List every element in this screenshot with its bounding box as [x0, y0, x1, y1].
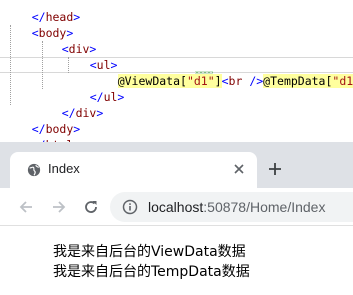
code-line-html-close: </html>	[4, 121, 81, 142]
forward-arrow-icon[interactable]	[51, 199, 67, 215]
back-arrow-icon[interactable]	[18, 199, 34, 215]
info-icon[interactable]	[122, 199, 138, 215]
url-text[interactable]: localhost:50878/Home/Index	[148, 198, 325, 216]
tab-title: Index	[48, 161, 80, 176]
razor-viewdata-open: @ViewData[	[117, 74, 187, 88]
viewdata-output: 我是来自后台的ViewData数据	[53, 244, 246, 260]
tag-bracket: />	[242, 74, 264, 88]
code-line-ul-close: </ul>	[62, 73, 125, 104]
razor-viewdata-key: "d1"	[186, 74, 215, 88]
razor-tempdata-open: @TempData[	[263, 74, 333, 88]
globe-icon	[27, 163, 41, 177]
code-line-body-close: </body>	[4, 105, 81, 136]
address-bar[interactable]: localhost:50878/Home/Index	[110, 192, 353, 222]
razor-tempdata: @TempData["d1"]	[263, 74, 353, 88]
tag-bracket: >	[73, 10, 81, 24]
tag-name: ul	[103, 90, 118, 104]
tempdata-output: 我是来自后台的TempData数据	[53, 264, 250, 280]
browser-toolbar: localhost:50878/Home/Index	[0, 188, 353, 226]
tag-bracket: >	[117, 90, 125, 104]
plus-icon[interactable]	[268, 162, 282, 176]
tag-name-br: br	[228, 74, 243, 88]
tag-bracket: >	[96, 106, 104, 120]
url-host: localhost	[148, 199, 204, 215]
code-line-razor: @ViewData["d1"]<br />@TempData["d1"]	[90, 57, 353, 88]
code-line-div-close: </div>	[34, 89, 104, 120]
tab-strip: Index	[0, 142, 353, 188]
code-editor[interactable]: </head> <body> <div> <ul> @ViewData["d1"…	[0, 0, 353, 142]
tab-index[interactable]: Index	[10, 152, 257, 188]
close-icon[interactable]	[232, 162, 246, 176]
page-content: 我是来自后台的ViewData数据 我是来自后台的TempData数据	[0, 226, 353, 295]
reload-icon[interactable]	[83, 199, 99, 215]
code-line-ul-open: <ul>	[62, 41, 118, 72]
code-line-div-open: <div>	[34, 25, 97, 56]
code-line-body-open: <body>	[4, 9, 74, 40]
warning-squiggle	[195, 71, 213, 74]
code-line-head-close: </head>	[4, 0, 81, 24]
browser-window: Index localhost:50878/Home/Index 我是来自后台的…	[0, 142, 353, 295]
tag-bracket: <	[221, 74, 229, 88]
url-path: :50878/Home/Index	[203, 199, 326, 215]
razor-tempdata-key: "d1"	[332, 74, 353, 88]
razor-viewdata: @ViewData["d1"]	[117, 74, 222, 88]
razor-viewdata-close: ]	[214, 74, 222, 88]
